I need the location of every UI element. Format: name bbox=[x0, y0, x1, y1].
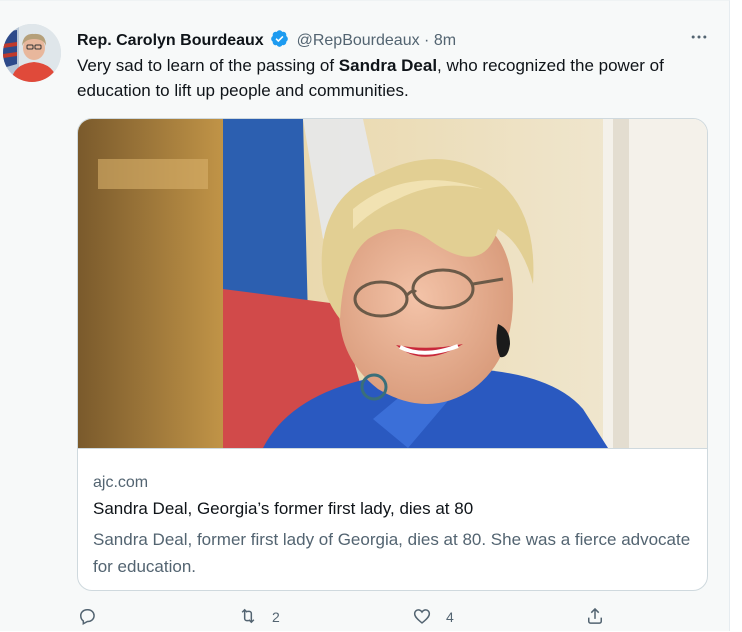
card-domain: ajc.com bbox=[93, 474, 149, 491]
retweet-icon bbox=[238, 606, 258, 629]
retweet-count: 2 bbox=[272, 609, 280, 625]
retweet-button[interactable]: 2 bbox=[238, 604, 280, 630]
more-horizontal-icon[interactable] bbox=[687, 27, 711, 47]
link-card[interactable]: ajc.com Sandra Deal, Georgia’s former fi… bbox=[77, 118, 708, 591]
separator-dot: · bbox=[424, 32, 430, 49]
like-button[interactable]: 4 bbox=[412, 604, 454, 630]
card-description: Sandra Deal, former first lady of Georgi… bbox=[93, 530, 691, 576]
tweet-header: Rep. Carolyn Bourdeaux @RepBourdeaux · 8… bbox=[77, 29, 709, 51]
card-image[interactable] bbox=[78, 119, 707, 449]
tweet-timestamp[interactable]: 8m bbox=[434, 32, 456, 49]
reply-icon bbox=[77, 606, 97, 629]
share-button[interactable] bbox=[585, 604, 605, 630]
share-icon bbox=[585, 606, 605, 629]
like-count: 4 bbox=[446, 609, 454, 625]
tweet[interactable]: Rep. Carolyn Bourdeaux @RepBourdeaux · 8… bbox=[0, 0, 730, 631]
card-title: Sandra Deal, Georgia’s former first lady… bbox=[93, 499, 474, 518]
avatar-image bbox=[3, 24, 61, 82]
verified-badge-icon bbox=[270, 29, 289, 54]
author-handle[interactable]: @RepBourdeaux bbox=[297, 32, 420, 49]
card-photo bbox=[78, 119, 707, 448]
reply-button[interactable] bbox=[77, 604, 111, 630]
tweet-text-mention: Sandra Deal bbox=[338, 56, 438, 75]
author-name[interactable]: Rep. Carolyn Bourdeaux bbox=[77, 32, 264, 49]
tweet-text: Very sad to learn of the passing of Sand… bbox=[77, 53, 717, 103]
tweet-text-start: Very sad to learn of the passing of bbox=[77, 56, 339, 75]
action-bar: 2 4 bbox=[77, 604, 717, 632]
like-icon bbox=[412, 606, 432, 629]
avatar[interactable] bbox=[3, 24, 61, 82]
